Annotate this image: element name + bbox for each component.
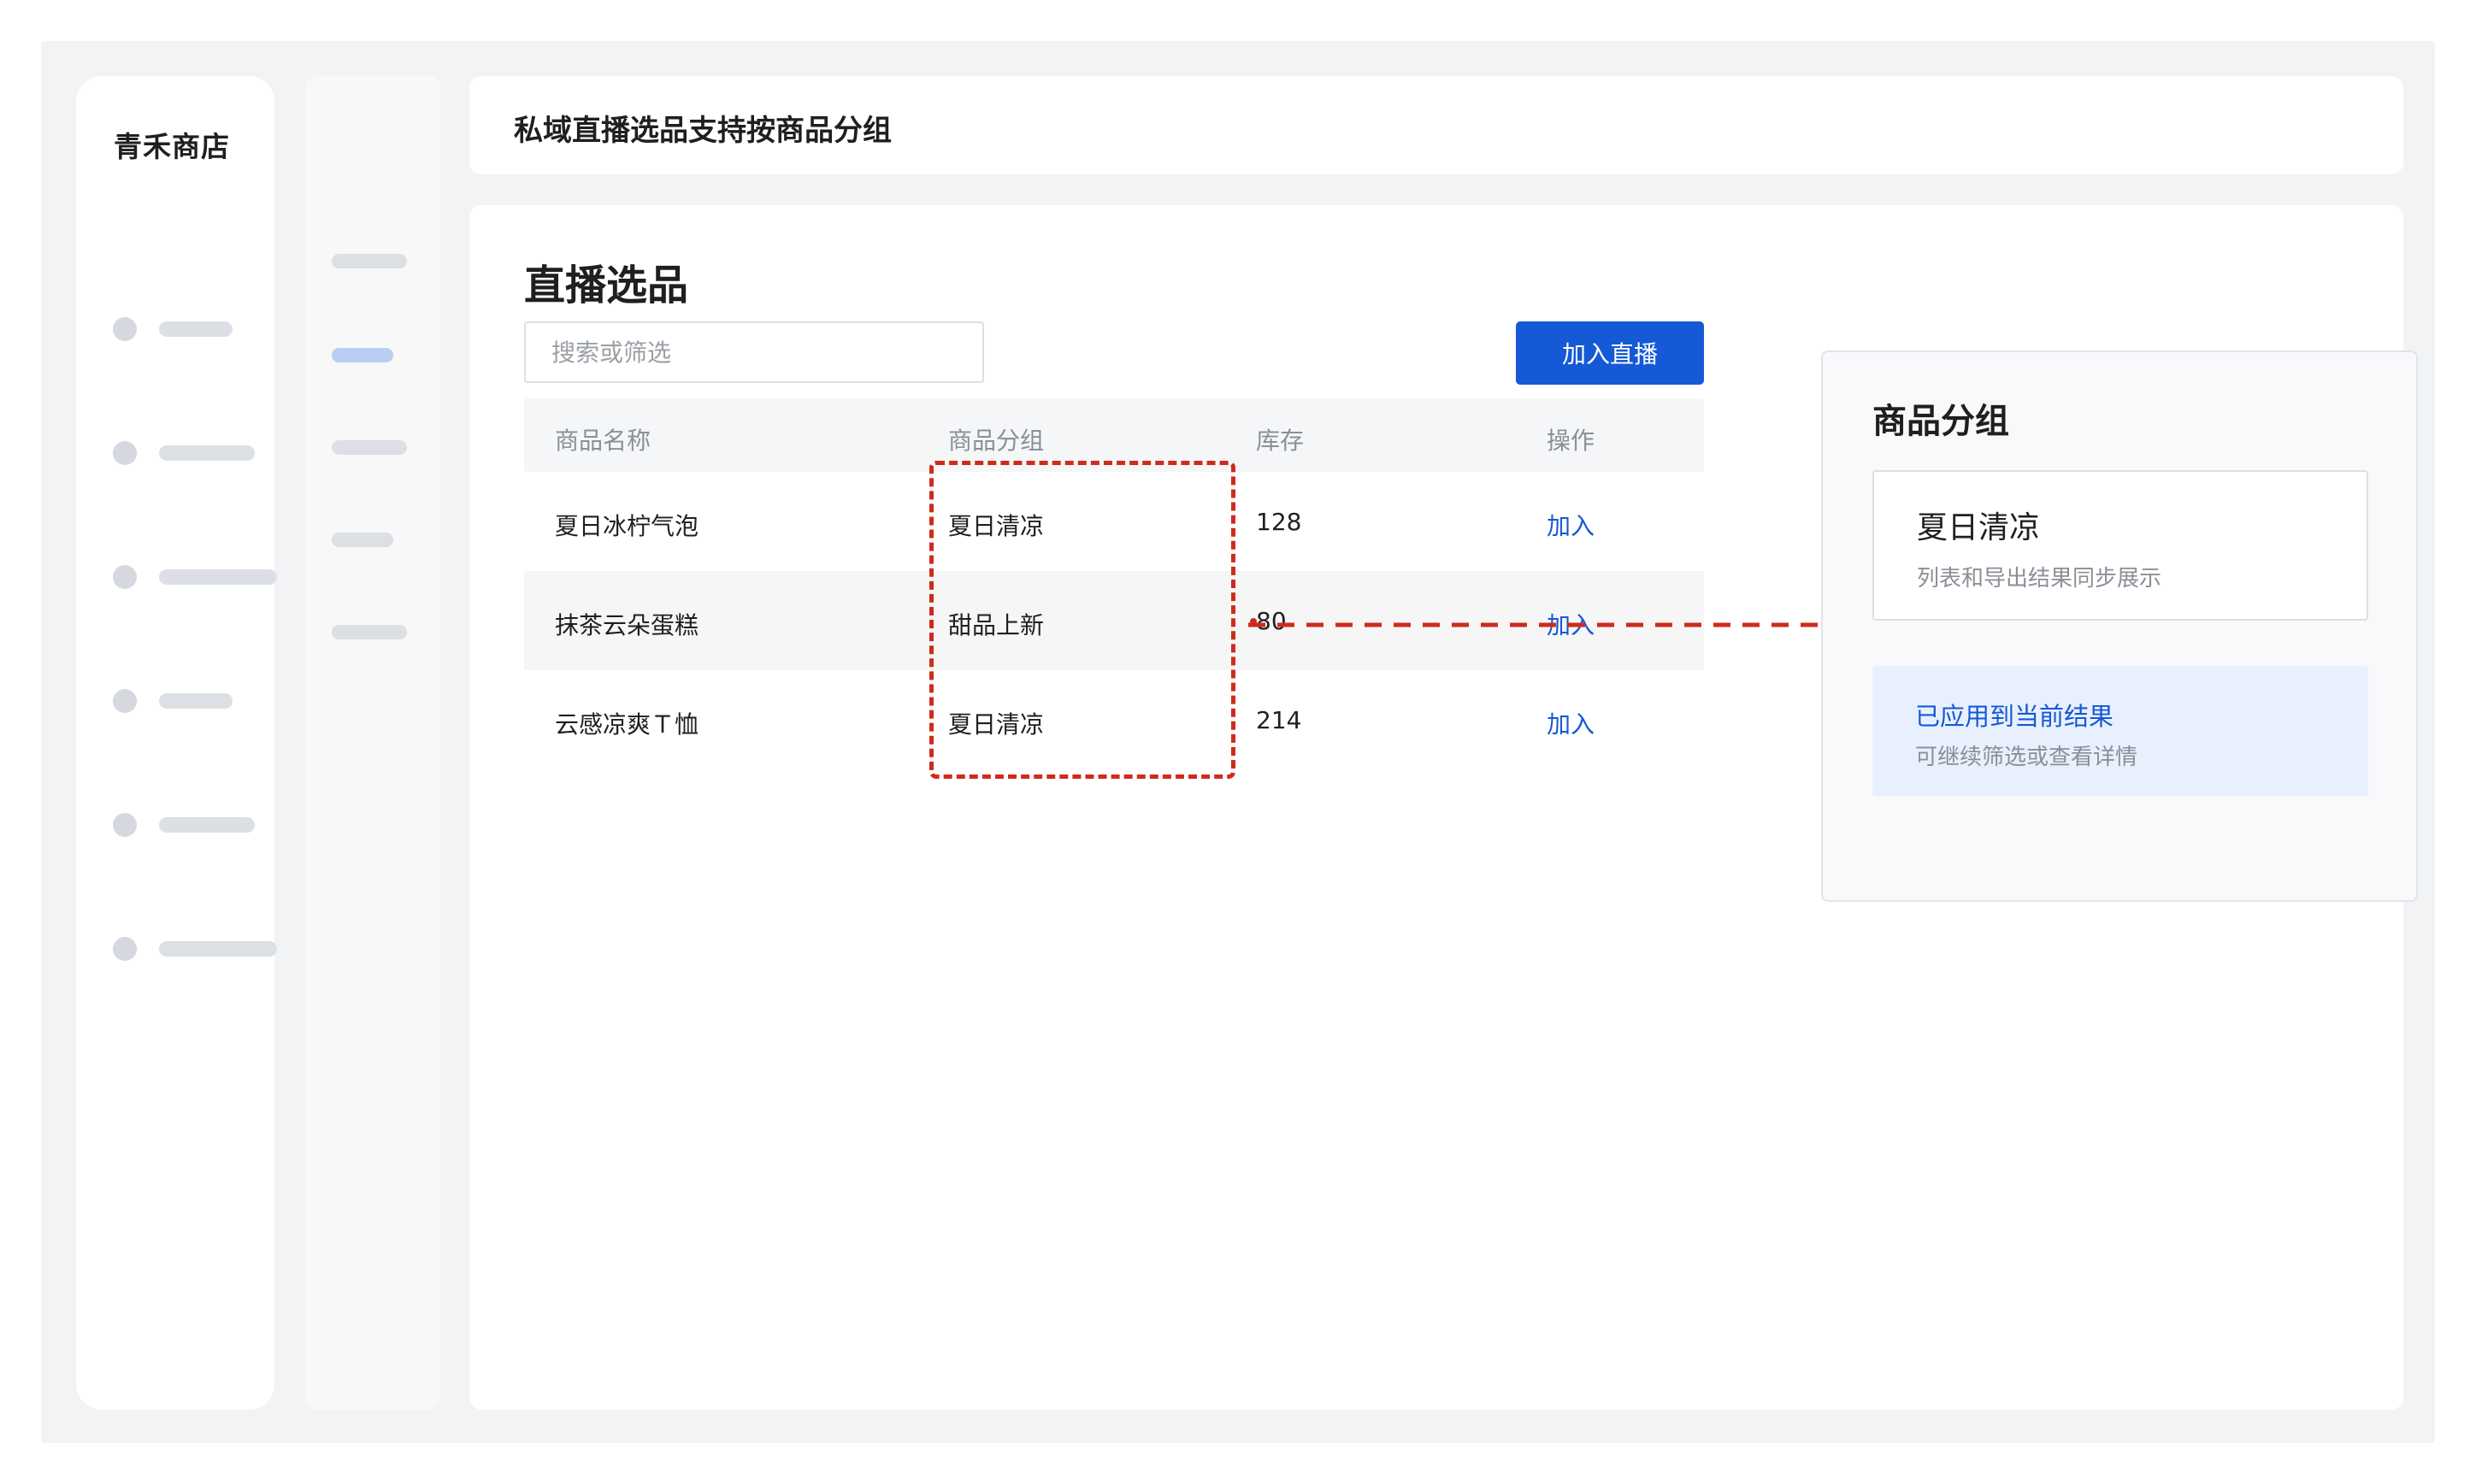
product-stock: 80 <box>1256 607 1287 635</box>
subnav-item-4[interactable] <box>332 533 393 547</box>
column-header-action: 操作 <box>1547 427 1595 455</box>
table-row: 云感凉爽Ｔ恤 夏日清凉 214 加入 <box>524 670 1704 769</box>
product-stock: 128 <box>1256 508 1302 536</box>
add-link[interactable]: 加入 <box>1547 607 1595 641</box>
group-option-title: 夏日清凉 <box>1917 510 2041 545</box>
nav-label-placeholder <box>159 569 277 585</box>
top-bar: 私域直播选品支持按商品分组 <box>469 76 2403 174</box>
nav-dot-icon <box>113 937 137 961</box>
table-header: 商品名称 商品分组 库存 操作 <box>524 398 1704 472</box>
nav-dot-icon <box>113 565 137 589</box>
nav-label-placeholder <box>159 817 255 833</box>
applied-status-card: 已应用到当前结果 可继续筛选或查看详情 <box>1872 666 2368 796</box>
add-link[interactable]: 加入 <box>1547 706 1595 740</box>
status-subtitle: 可继续筛选或查看详情 <box>1915 745 2138 770</box>
search-input[interactable] <box>524 321 984 383</box>
sidebar: 青禾商店 <box>76 76 277 1410</box>
group-panel: 商品分组 夏日清凉 列表和导出结果同步展示 已应用到当前结果 可继续筛选或查看详… <box>1821 350 2418 902</box>
product-name: 夏日冰柠气泡 <box>555 512 699 540</box>
secondary-nav <box>305 76 440 1410</box>
nav-label-placeholder <box>159 693 233 709</box>
nav-dot-icon <box>113 441 137 465</box>
product-group: 甜品上新 <box>948 611 1045 639</box>
status-title: 已应用到当前结果 <box>1915 702 2114 731</box>
table-row: 夏日冰柠气泡 夏日清凉 128 加入 <box>524 472 1704 571</box>
header-title: 私域直播选品支持按商品分组 <box>514 114 892 148</box>
add-link[interactable]: 加入 <box>1547 508 1595 542</box>
subnav-item-1[interactable] <box>332 254 407 268</box>
product-name: 云感凉爽Ｔ恤 <box>555 710 699 739</box>
column-header-group: 商品分组 <box>948 427 1045 455</box>
product-table: 商品名称 商品分组 库存 操作 夏日冰柠气泡 夏日清凉 128 加入 抹茶云朵蛋… <box>524 398 1704 769</box>
nav-dot-icon <box>113 813 137 837</box>
brand-name: 青禾商店 <box>114 130 230 163</box>
nav-label-placeholder <box>159 445 255 461</box>
product-group: 夏日清凉 <box>948 710 1045 739</box>
group-option-card[interactable]: 夏日清凉 列表和导出结果同步展示 <box>1872 470 2368 621</box>
product-group: 夏日清凉 <box>948 512 1045 540</box>
subnav-item-5[interactable] <box>332 625 407 639</box>
group-option-subtitle: 列表和导出结果同步展示 <box>1917 566 2162 592</box>
product-name: 抹茶云朵蛋糕 <box>555 611 699 639</box>
table-row: 抹茶云朵蛋糕 甜品上新 80 加入 <box>524 571 1704 670</box>
column-header-name: 商品名称 <box>555 427 651 455</box>
panel-title: 商品分组 <box>1872 402 2009 441</box>
nav-dot-icon <box>113 689 137 713</box>
nav-dot-icon <box>113 317 137 341</box>
subnav-item-3[interactable] <box>332 440 407 455</box>
column-header-stock: 库存 <box>1256 427 1305 455</box>
product-stock: 214 <box>1256 706 1302 734</box>
page-title: 直播选品 <box>524 262 689 309</box>
add-to-live-button[interactable]: 加入直播 <box>1516 321 1704 385</box>
nav-label-placeholder <box>159 321 233 337</box>
subnav-item-active[interactable] <box>332 348 393 362</box>
nav-label-placeholder <box>159 941 277 957</box>
